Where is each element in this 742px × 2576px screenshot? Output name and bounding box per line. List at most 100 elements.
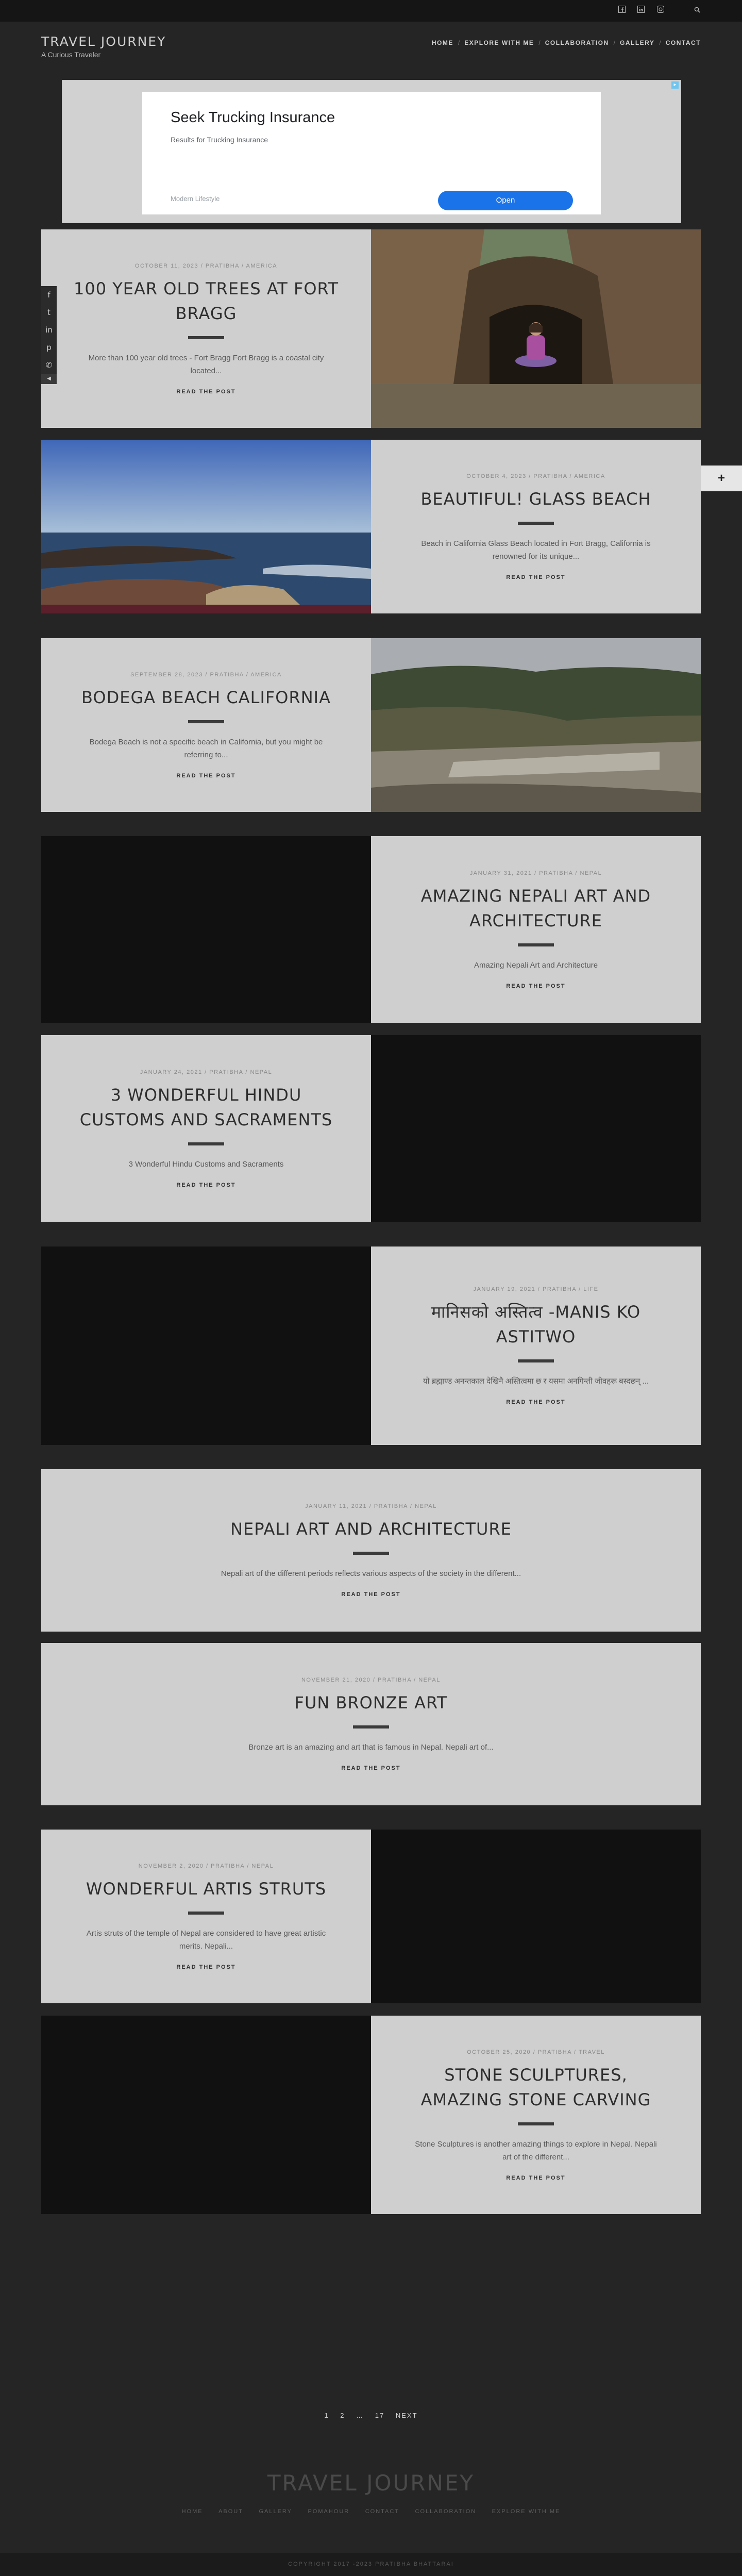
footer-link[interactable]: HOME	[182, 2508, 203, 2515]
next-page-link[interactable]: NEXT	[396, 2412, 418, 2419]
facebook-icon[interactable]: f	[41, 286, 57, 304]
post-image[interactable]	[41, 1247, 371, 1445]
whatsapp-icon[interactable]: ✆	[41, 356, 57, 374]
post-title[interactable]: WONDERFUL ARTIS STRUTS	[86, 1876, 326, 1901]
read-post-link[interactable]: READ THE POST	[176, 389, 235, 395]
post-image[interactable]	[41, 836, 371, 1023]
post-excerpt: More than 100 year old trees - Fort Brag…	[88, 353, 324, 375]
post-card: OCTOBER 25, 2020 / PRATIBHA / TRAVEL STO…	[41, 2016, 701, 2214]
ad-card[interactable]: Seek Trucking Insurance Results for Truc…	[142, 92, 601, 214]
footer-nav: HOME ABOUT GALLERY POMAHOUR CONTACT COLL…	[0, 2506, 742, 2516]
title-divider	[188, 1911, 224, 1915]
read-post-link[interactable]: READ THE POST	[341, 1591, 400, 1598]
site-header: TRAVEL JOURNEY A Curious Traveler HOME /…	[0, 22, 742, 69]
title-divider	[188, 1142, 224, 1145]
post-title[interactable]: 3 WONDERFUL HINDU CUSTOMS AND SACRAMENTS	[72, 1083, 340, 1132]
instagram-icon[interactable]	[655, 6, 666, 16]
read-post-link[interactable]: READ THE POST	[176, 773, 235, 779]
nav-separator: /	[613, 39, 615, 46]
nav-separator: /	[538, 39, 541, 46]
title-divider	[518, 943, 554, 946]
post-meta[interactable]: JANUARY 31, 2021 / PRATIBHA / NEPAL	[470, 870, 602, 876]
ad-open-button[interactable]: Open	[438, 191, 573, 210]
post-meta[interactable]: JANUARY 24, 2021 / PRATIBHA / NEPAL	[140, 1069, 273, 1075]
footer-brand[interactable]: TRAVEL JOURNEY	[0, 2470, 742, 2496]
footer-link[interactable]: CONTACT	[365, 2508, 399, 2515]
title-divider	[518, 521, 554, 525]
post-meta[interactable]: NOVEMBER 2, 2020 / PRATIBHA / NEPAL	[139, 1863, 274, 1869]
read-post-link[interactable]: READ THE POST	[506, 2175, 565, 2181]
post-title[interactable]: STONE SCULPTURES, AMAZING STONE CARVING	[402, 2063, 670, 2112]
advertisement[interactable]: ▸ Seek Trucking Insurance Results for Tr…	[62, 80, 681, 223]
footer-link[interactable]: COLLABORATION	[415, 2508, 477, 2515]
adchoices-icon[interactable]: ▸	[671, 81, 679, 89]
post-excerpt: Artis struts of the temple of Nepal are …	[86, 1929, 326, 1951]
post-image[interactable]	[41, 440, 371, 613]
read-post-link[interactable]: READ THE POST	[506, 574, 565, 580]
site-title[interactable]: TRAVEL JOURNEY	[41, 34, 166, 49]
post-image[interactable]	[41, 2016, 371, 2214]
post-text-panel: OCTOBER 11, 2023 / PRATIBHA / AMERICA 10…	[41, 229, 371, 428]
page-link[interactable]: 2	[340, 2412, 345, 2419]
post-image[interactable]	[371, 638, 701, 812]
nav-collaboration[interactable]: COLLABORATION	[545, 39, 609, 46]
ad-headline[interactable]: Seek Trucking Insurance	[171, 109, 335, 126]
read-post-link[interactable]: READ THE POST	[506, 1399, 565, 1405]
title-divider	[353, 1725, 389, 1729]
linkedin-icon[interactable]	[636, 6, 646, 16]
read-post-link[interactable]: READ THE POST	[176, 1964, 235, 1970]
footer-link[interactable]: EXPLORE WITH ME	[492, 2508, 561, 2515]
post-meta[interactable]: OCTOBER 4, 2023 / PRATIBHA / AMERICA	[466, 473, 605, 479]
nav-home[interactable]: HOME	[432, 39, 453, 46]
page-link[interactable]: 17	[375, 2412, 384, 2419]
post-card: OCTOBER 11, 2023 / PRATIBHA / AMERICA 10…	[41, 229, 701, 428]
footer-link[interactable]: ABOUT	[218, 2508, 243, 2515]
post-meta[interactable]: OCTOBER 11, 2023 / PRATIBHA / AMERICA	[135, 263, 277, 269]
post-title[interactable]: AMAZING NEPALI ART AND ARCHITECTURE	[402, 884, 670, 933]
post-meta[interactable]: JANUARY 11, 2021 / PRATIBHA / NEPAL	[305, 1503, 437, 1509]
title-divider	[518, 2122, 554, 2125]
post-image[interactable]	[371, 229, 701, 428]
post-meta[interactable]: JANUARY 19, 2021 / PRATIBHA / LIFE	[474, 1286, 599, 1292]
post-text-panel: OCTOBER 4, 2023 / PRATIBHA / AMERICA BEA…	[371, 440, 701, 613]
nav-gallery[interactable]: GALLERY	[620, 39, 654, 46]
post-meta[interactable]: OCTOBER 25, 2020 / PRATIBHA / TRAVEL	[467, 2049, 605, 2055]
facebook-icon[interactable]	[617, 6, 627, 16]
page-link[interactable]: 1	[324, 2412, 329, 2419]
post-title[interactable]: 100 YEAR OLD TREES AT FORT BRAGG	[72, 276, 340, 326]
post-image[interactable]	[371, 1830, 701, 2003]
post-excerpt: Nepali art of the different periods refl…	[221, 1569, 521, 1578]
twitter-icon[interactable]: t	[41, 304, 57, 321]
post-meta[interactable]: NOVEMBER 21, 2020 / PRATIBHA / NEPAL	[301, 1677, 441, 1683]
post-excerpt: Bronze art is an amazing and art that is…	[248, 1743, 494, 1752]
footer-link[interactable]: GALLERY	[259, 2508, 292, 2515]
post-title[interactable]: BEAUTIFUL! GLASS BEACH	[420, 487, 651, 511]
post-title[interactable]: मानिसको अस्तित्व -MANIS KO ASTITWO	[402, 1300, 670, 1349]
read-post-link[interactable]: READ THE POST	[341, 1765, 400, 1771]
post-text-panel: JANUARY 24, 2021 / PRATIBHA / NEPAL 3 WO…	[41, 1035, 371, 1222]
post-title[interactable]: BODEGA BEACH CALIFORNIA	[81, 685, 331, 710]
post-title[interactable]: FUN BRONZE ART	[295, 1690, 448, 1715]
pinterest-icon[interactable]: p	[41, 339, 57, 356]
expand-button[interactable]: +	[701, 466, 742, 491]
site-brand[interactable]: TRAVEL JOURNEY A Curious Traveler	[41, 34, 166, 59]
read-post-link[interactable]: READ THE POST	[176, 1182, 235, 1188]
footer-link[interactable]: POMAHOUR	[308, 2508, 349, 2515]
post-card: JANUARY 19, 2021 / PRATIBHA / LIFE मानिस…	[41, 1247, 701, 1445]
collapse-share-icon[interactable]: ◀	[41, 374, 57, 384]
copyright: COPYRIGHT 2017 -2023 PRATIBHA BHATTARAI	[0, 2553, 742, 2576]
post-title[interactable]: NEPALI ART AND ARCHITECTURE	[230, 1517, 512, 1541]
post-image[interactable]	[371, 1035, 701, 1222]
nav-separator: /	[659, 39, 661, 46]
post-meta[interactable]: SEPTEMBER 28, 2023 / PRATIBHA / AMERICA	[130, 672, 282, 678]
site-tagline: A Curious Traveler	[41, 51, 101, 59]
search-icon[interactable]	[692, 6, 702, 16]
nav-explore[interactable]: EXPLORE WITH ME	[464, 39, 534, 46]
post-excerpt: Stone Sculptures is another amazing thin…	[415, 2139, 657, 2162]
read-post-link[interactable]: READ THE POST	[506, 983, 565, 989]
linkedin-icon[interactable]: in	[41, 321, 57, 339]
share-bar: f t in p ✆ ◀	[41, 286, 57, 384]
post-text-panel: OCTOBER 25, 2020 / PRATIBHA / TRAVEL STO…	[371, 2016, 701, 2214]
title-divider	[518, 1359, 554, 1362]
nav-contact[interactable]: CONTACT	[666, 39, 701, 46]
